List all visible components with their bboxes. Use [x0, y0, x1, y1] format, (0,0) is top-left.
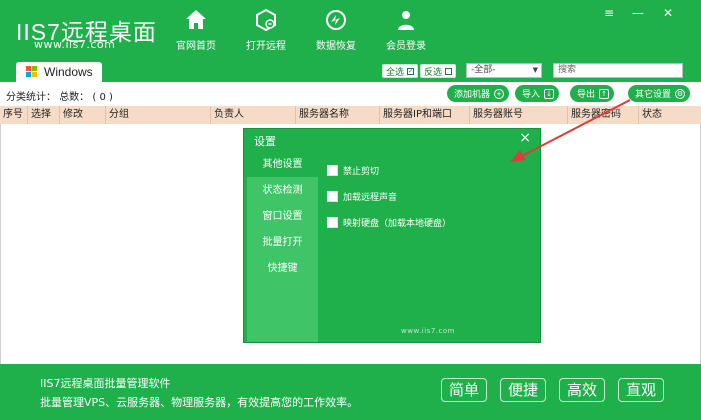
option-map-drives[interactable]: 映射硬盘（加载本地硬盘） — [327, 216, 451, 229]
nav-member-login-button[interactable]: 会员登录 — [371, 8, 441, 52]
other-settings-button[interactable]: 其它设置 ⚙ — [628, 85, 691, 102]
nav-open-remote-button[interactable]: 打开远程 — [231, 8, 301, 52]
col-index[interactable]: 序号 — [0, 106, 28, 124]
col-server-name[interactable]: 服务器名称 — [296, 106, 380, 124]
import-button[interactable]: 导入 ↓ — [515, 85, 560, 102]
col-server-account[interactable]: 服务器账号 — [470, 106, 568, 124]
nav-member-login-label: 会员登录 — [386, 41, 426, 52]
checkbox[interactable] — [327, 191, 338, 202]
dialog-footer-url: www.iis7.com — [348, 327, 508, 335]
group-select[interactable]: -全部- ▼ — [466, 63, 542, 78]
nav-home-button[interactable]: 官网首页 — [161, 8, 231, 52]
col-group[interactable]: 分组 — [106, 106, 211, 124]
col-server-password[interactable]: 服务器密码 — [568, 106, 639, 124]
tab-windows-label: Windows — [44, 65, 93, 79]
checkbox[interactable] — [327, 217, 338, 228]
export-icon: ↑ — [599, 88, 610, 99]
tab-windows[interactable]: Windows — [16, 62, 102, 82]
total-value: ( 0 ) — [92, 92, 113, 103]
option-disable-clipboard[interactable]: 禁止剪切 — [327, 164, 379, 177]
col-status[interactable]: 状态 — [639, 106, 701, 124]
app-header: IIS7远程桌面 www.iis7.com 官网首页 打开远程 数据恢复 会员登… — [0, 0, 701, 82]
add-machine-button[interactable]: 添加机器 + — [447, 85, 510, 102]
import-label: 导入 — [522, 90, 541, 100]
logo-url: www.iis7.com — [34, 38, 116, 51]
invert-select-button[interactable]: 反选 — [420, 64, 457, 78]
data-recovery-icon — [326, 10, 346, 30]
remote-box-icon — [256, 8, 276, 32]
minimize-button[interactable]: — — [632, 6, 644, 20]
feature-badge-convenient: 便捷 — [500, 378, 546, 402]
group-select-value: -全部- — [471, 65, 496, 75]
search-input[interactable]: 搜索 — [553, 63, 683, 78]
export-label: 导出 — [577, 90, 596, 100]
checkbox[interactable] — [327, 165, 338, 176]
col-select[interactable]: 选择 — [28, 106, 60, 124]
total-label: 总数： — [59, 92, 90, 103]
footer-slogan: 批量管理VPS、云服务器、物理服务器，有效提高您的工作效率。 — [40, 396, 359, 409]
feature-badge-simple: 简单 — [441, 378, 487, 402]
settings-dialog: 设置 × 其他设置 状态检测 窗口设置 批量打开 快捷键 禁止剪切 加载远程声音… — [243, 128, 541, 343]
windows-logo-icon — [26, 66, 37, 77]
dialog-content: 禁止剪切 加载远程声音 映射硬盘（加载本地硬盘） www.iis7.com — [318, 152, 539, 342]
select-all-label: 全选 — [386, 67, 405, 78]
select-all-button[interactable]: 全选 ✓ — [382, 64, 419, 78]
nav-data-recovery-label: 数据恢复 — [316, 41, 356, 52]
option-load-remote-audio[interactable]: 加载远程声音 — [327, 190, 397, 203]
sidebar-item-window-settings[interactable]: 窗口设置 — [247, 204, 318, 229]
export-button[interactable]: 导出 ↑ — [570, 85, 615, 102]
import-icon: ↓ — [544, 88, 555, 99]
feature-badge-efficient: 高效 — [559, 378, 605, 402]
col-edit[interactable]: 修改 — [60, 106, 106, 124]
dialog-footer-text: www.iis7.com — [401, 327, 455, 335]
nav-open-remote-label: 打开远程 — [246, 41, 286, 52]
sidebar-item-status-check[interactable]: 状态检测 — [247, 178, 318, 203]
col-server-ip-port[interactable]: 服务器IP和端口 — [380, 106, 470, 124]
col-owner[interactable]: 负责人 — [211, 106, 296, 124]
dialog-close-icon[interactable]: × — [519, 130, 531, 146]
dialog-sidebar: 其他设置 状态检测 窗口设置 批量打开 快捷键 — [247, 152, 318, 342]
member-icon — [398, 11, 414, 30]
dialog-title: 设置 — [254, 135, 276, 148]
stats-label: 分类统计： — [6, 92, 56, 103]
feature-badge-intuitive: 直观 — [618, 378, 664, 402]
sidebar-item-batch-open[interactable]: 批量打开 — [247, 230, 318, 255]
plus-icon: + — [494, 88, 505, 99]
menu-icon[interactable]: ≡ — [604, 6, 614, 20]
footer-product-name: IIS7远程桌面批量管理软件 — [40, 377, 171, 390]
toolbar: 分类统计： 总数： ( 0 ) 添加机器 + 导入 ↓ 导出 ↑ 其它设置 ⚙ — [0, 82, 701, 106]
home-icon — [186, 10, 206, 29]
table-header: 序号 选择 修改 分组 负责人 服务器名称 服务器IP和端口 服务器账号 服务器… — [0, 106, 701, 124]
nav-home-label: 官网首页 — [176, 41, 216, 52]
nav-data-recovery-button[interactable]: 数据恢复 — [301, 8, 371, 52]
sidebar-item-shortcuts[interactable]: 快捷键 — [247, 256, 318, 281]
search-placeholder: 搜索 — [558, 65, 577, 75]
option-label: 加载远程声音 — [343, 193, 398, 203]
stats-text: 分类统计： 总数： ( 0 ) — [6, 88, 113, 103]
close-button[interactable]: ✕ — [663, 6, 673, 20]
select-all-check-icon: ✓ — [407, 67, 415, 75]
chevron-down-icon: ▼ — [532, 66, 538, 74]
invert-select-box-icon — [445, 67, 453, 75]
option-label: 映射硬盘（加载本地硬盘） — [343, 219, 452, 229]
add-machine-label: 添加机器 — [454, 90, 491, 100]
app-footer: IIS7远程桌面批量管理软件 批量管理VPS、云服务器、物理服务器，有效提高您的… — [0, 364, 701, 420]
invert-select-label: 反选 — [424, 67, 443, 78]
other-settings-label: 其它设置 — [635, 90, 672, 100]
sidebar-item-other-settings[interactable]: 其他设置 — [247, 152, 318, 177]
gear-icon: ⚙ — [675, 88, 686, 99]
option-label: 禁止剪切 — [343, 167, 380, 177]
